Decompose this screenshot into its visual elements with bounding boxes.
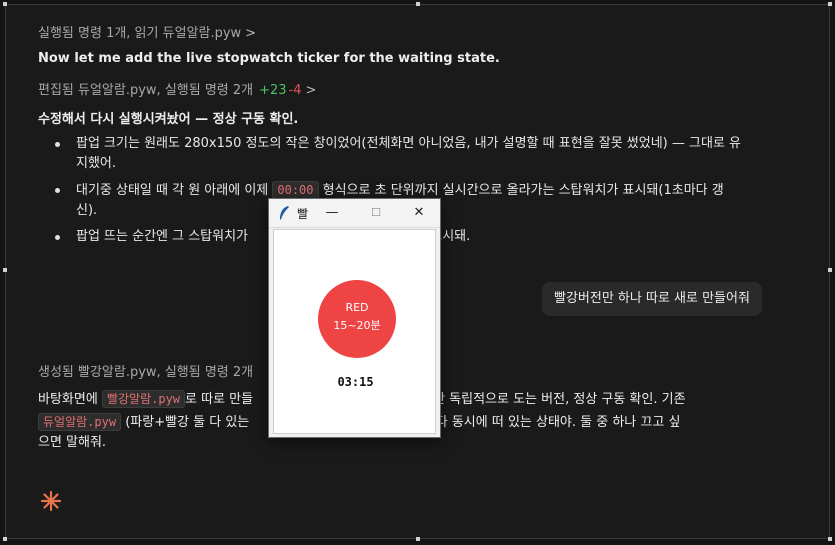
tool-summary-create[interactable]: 생성됨 빨강알람.pyw, 실행됨 명령 2개 <box>38 361 253 380</box>
resize-handle[interactable] <box>3 2 7 6</box>
bullet-text: 대기중 상태일 때 각 원 아래에 이제 <box>76 183 269 198</box>
lines-removed: -4 <box>288 83 302 98</box>
resize-handle[interactable] <box>828 268 832 272</box>
resize-handle[interactable] <box>416 2 420 6</box>
bullet-text: 팝업 크기는 원래도 280x150 정도의 작은 창이었어(전체화면 아니었음… <box>76 136 741 151</box>
para-text: (파랑+빨강 둘 다 있는 <box>125 415 254 430</box>
bullet-text: 팝업 뜨는 순간엔 그 스탑워치가 <box>76 229 253 244</box>
inline-code: 00:00 <box>272 181 319 199</box>
bullet-text: 형식으로 초 단위까지 실시간으로 올라가는 스탑워치가 표시돼(1초마다 갱 <box>322 183 724 198</box>
tool-summary-label: 생성됨 빨강알람.pyw, 실행됨 명령 2개 <box>38 365 254 380</box>
bullet-text: 지했어. <box>76 156 117 171</box>
tool-summary-label: 편집됨 듀얼알람.pyw, 실행됨 명령 2개 <box>38 83 254 98</box>
assistant-heading: 수정해서 다시 실행시켜놨어 — 정상 구동 확인. <box>38 112 299 127</box>
resize-handle[interactable] <box>3 537 7 541</box>
maximize-button[interactable]: ☐ <box>361 201 391 225</box>
user-message-bubble: 빨강버전만 하나 따로 새로 만들어줘 <box>542 282 762 316</box>
assistant-message: Now let me add the live stopwatch ticker… <box>38 51 500 66</box>
stopwatch-display: 03:15 <box>337 375 374 389</box>
inline-code: 듀얼알람.pyw <box>38 413 122 431</box>
inline-code: 빨강알람.pyw <box>101 390 186 408</box>
window-titlebar[interactable]: 빨 — ☐ ✕ <box>269 199 440 228</box>
close-button[interactable]: ✕ <box>404 201 434 225</box>
minimize-button[interactable]: — <box>317 201 347 225</box>
circle-label: RED <box>345 301 369 314</box>
chevron-right-icon: > <box>305 83 317 98</box>
tool-summary-read[interactable]: 실행됨 명령 1개, 읽기 듀얼알람.pyw > <box>38 22 256 41</box>
resize-handle[interactable] <box>828 2 832 6</box>
popup-canvas: RED 15~20분 03:15 <box>273 229 436 434</box>
feather-icon <box>280 206 289 220</box>
resize-handle[interactable] <box>828 537 832 541</box>
tool-summary-edit[interactable]: 편집됨 듀얼알람.pyw, 실행됨 명령 2개 +23 -4 > <box>38 79 316 98</box>
para-text: 로 따로 만들 <box>185 392 254 407</box>
red-alarm-circle: RED 15~20분 <box>318 280 396 358</box>
circle-sublabel: 15~20분 <box>333 319 381 332</box>
tool-summary-label: 실행됨 명령 1개, 읽기 듀얼알람.pyw <box>38 26 242 41</box>
resize-handle[interactable] <box>3 268 7 272</box>
para-text: 바탕화면에 <box>38 392 98 407</box>
list-item: 팝업 크기는 원래도 280x150 정도의 작은 창이었어(전체화면 아니었음… <box>52 134 782 174</box>
alarm-popup-window[interactable]: 빨 — ☐ ✕ RED 15~20분 03:15 <box>268 198 441 438</box>
sparkle-icon <box>40 490 62 512</box>
resize-handle[interactable] <box>416 537 420 541</box>
window-title: 빨 <box>297 207 309 221</box>
lines-added: +23 <box>259 83 287 98</box>
chevron-right-icon: > <box>245 26 257 41</box>
